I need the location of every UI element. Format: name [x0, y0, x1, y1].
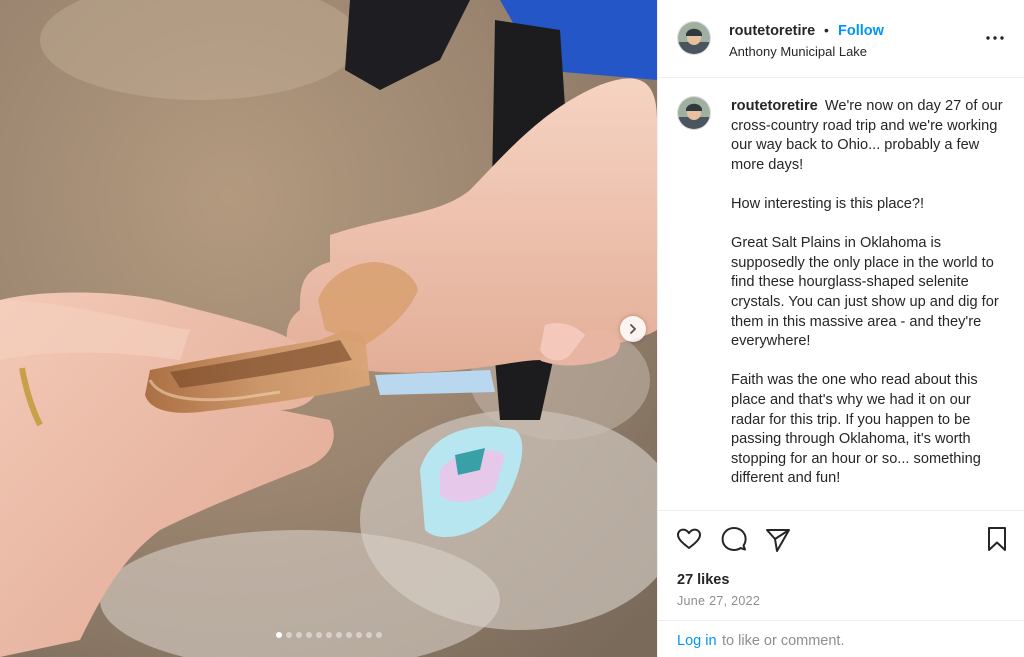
carousel-dot: [345, 632, 352, 638]
carousel-dot: [315, 632, 322, 638]
carousel-dot: [295, 632, 302, 638]
location-link[interactable]: Anthony Municipal Lake: [729, 44, 867, 59]
paper-plane-icon[interactable]: [764, 525, 792, 553]
caption-paragraph: Faith was the one who read about this pl…: [731, 372, 981, 487]
action-bar: [658, 510, 1024, 552]
login-prompt-text: to like or comment.: [722, 633, 845, 649]
comment-icon[interactable]: [720, 525, 748, 553]
heart-icon[interactable]: [675, 525, 703, 553]
avatar[interactable]: [677, 96, 711, 130]
bookmark-icon[interactable]: [983, 525, 1011, 553]
like-count[interactable]: 27 likes: [677, 572, 729, 588]
caption-paragraph: How interesting is this place?!: [731, 195, 925, 212]
separator-dot: •: [824, 22, 829, 38]
post-side-panel: routetoretire • Follow Anthony Municipal…: [657, 0, 1024, 657]
next-slide-button[interactable]: [620, 316, 646, 342]
post-header: routetoretire • Follow Anthony Municipal…: [658, 0, 1024, 78]
instagram-post: routetoretire • Follow Anthony Municipal…: [0, 0, 1024, 657]
carousel-indicator: [0, 632, 657, 638]
carousel-dot: [275, 632, 282, 638]
carousel-dot: [375, 632, 382, 638]
chevron-right-icon: [630, 324, 637, 334]
post-caption: routetoretire We're now on day 27 of our…: [731, 97, 1006, 508]
post-media[interactable]: [0, 0, 657, 657]
caption-username[interactable]: routetoretire: [731, 98, 818, 114]
caption-paragraph: routetoretire We're now on day 27 of our…: [731, 97, 1006, 175]
follow-button[interactable]: Follow: [838, 23, 884, 39]
caption-paragraph: Great Salt Plains in Oklahoma is suppose…: [731, 235, 999, 350]
carousel-dot: [285, 632, 292, 638]
carousel-dot: [365, 632, 372, 638]
login-prompt: Log in to like or comment.: [658, 620, 1024, 657]
selenite-crystal-photo: [0, 0, 657, 657]
author-username[interactable]: routetoretire: [729, 23, 815, 39]
carousel-dot: [335, 632, 342, 638]
more-options-icon[interactable]: [984, 28, 1006, 48]
carousel-dot: [325, 632, 332, 638]
login-link[interactable]: Log in: [677, 633, 717, 649]
carousel-dot: [305, 632, 312, 638]
post-date: June 27, 2022: [677, 594, 761, 608]
avatar[interactable]: [677, 21, 711, 55]
carousel-dot: [355, 632, 362, 638]
